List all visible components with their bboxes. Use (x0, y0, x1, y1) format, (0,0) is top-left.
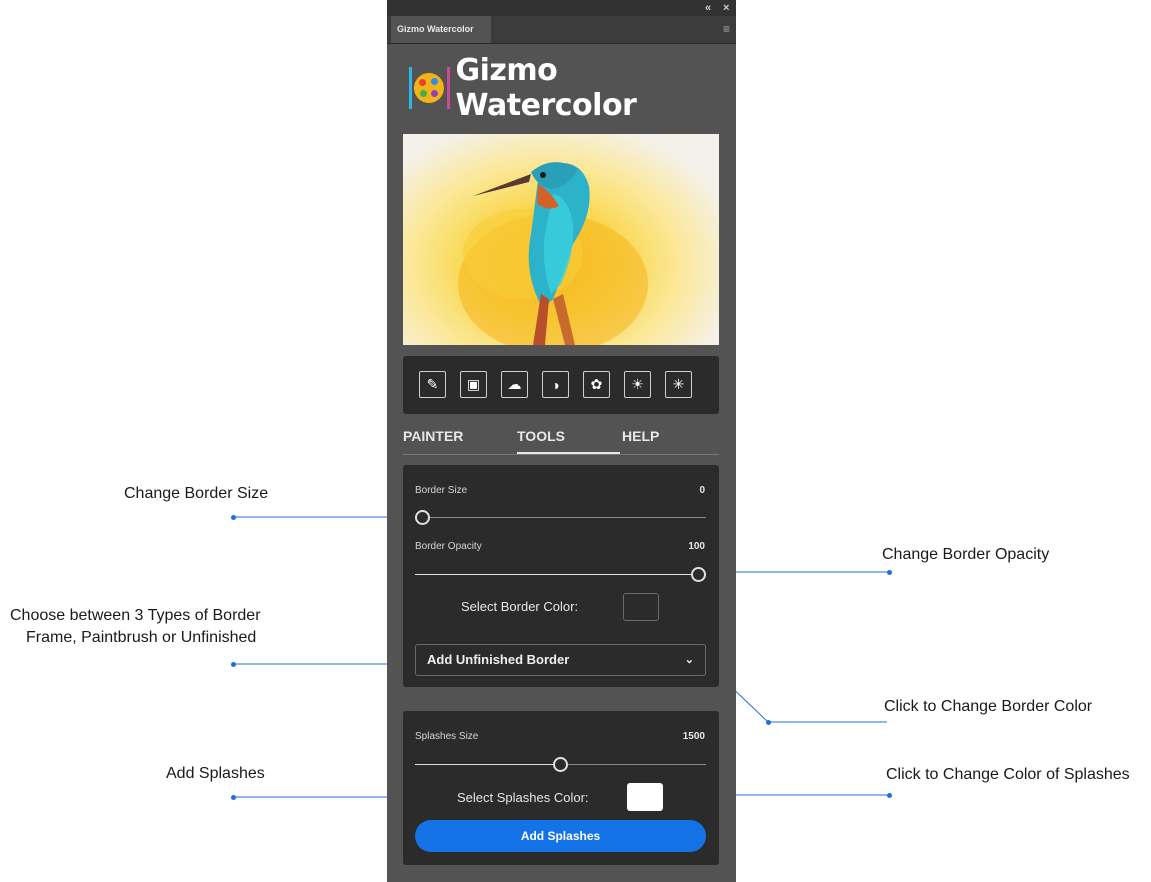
brand-title: Gizmo Watercolor (455, 53, 637, 123)
tool-button-contrast[interactable]: ◑ (542, 371, 569, 398)
annotation-dot (231, 515, 236, 520)
add-splashes-button[interactable]: Add Splashes (415, 820, 706, 852)
palette-logo-icon (409, 67, 450, 109)
border-opacity-slider-fill (415, 574, 706, 575)
panel-title-strip: « × (387, 0, 736, 16)
splashes-size-value: 1500 (682, 731, 705, 742)
annotation-change-border-size: Change Border Size (124, 485, 269, 502)
select-border-color-label: Select Border Color: (461, 599, 579, 614)
border-type-select[interactable]: Add Unfinished Border ⌄ (415, 644, 706, 676)
splashes-settings-card: Splashes Size 1500 Select Splashes Color… (403, 711, 719, 865)
splashes-size-label: Splashes Size (415, 731, 479, 742)
section-tabs: PAINTER TOOLS HELP (403, 428, 719, 455)
tab-tools[interactable]: TOOLS (517, 428, 620, 454)
tool-button-frame[interactable]: ▣ (460, 371, 487, 398)
brush-icon: ✎ (426, 376, 439, 392)
chevron-down-icon: ⌄ (684, 654, 694, 666)
annotation-border-types-line2: Frame, Paintbrush or Unfinished (26, 629, 257, 646)
border-size-slider-thumb[interactable] (415, 510, 430, 525)
tool-button-brush[interactable]: ✎ (419, 371, 446, 398)
kingfisher-illustration (458, 162, 648, 345)
annotation-dot (887, 793, 892, 798)
panel-tab-gizmo-watercolor[interactable]: Gizmo Watercolor (391, 16, 491, 43)
border-opacity-slider[interactable] (415, 567, 706, 582)
border-type-selected-value: Add Unfinished Border (427, 652, 570, 667)
border-opacity-slider-thumb[interactable] (691, 567, 706, 582)
contrast-icon: ◑ (551, 376, 560, 393)
border-settings-card: Border Size 0 Border Opacity 100 Select … (403, 465, 719, 687)
annotation-add-splashes: Add Splashes (166, 765, 265, 782)
extension-panel: « × Gizmo Watercolor ≡ Gizmo Watercolor (387, 0, 736, 882)
annotation-dot (766, 720, 771, 725)
tab-painter[interactable]: PAINTER (403, 428, 463, 444)
annotation-dot (231, 662, 236, 667)
annotation-change-splashes-color: Click to Change Color of Splashes (886, 766, 1130, 783)
palette-icon: ☁ (507, 376, 522, 392)
close-icon[interactable]: × (723, 1, 729, 15)
border-size-value: 0 (699, 485, 705, 496)
tool-button-palette[interactable]: ☁ (501, 371, 528, 398)
annotation-dot (231, 795, 236, 800)
brightness-low-icon: ☀ (631, 376, 644, 392)
tab-help[interactable]: HELP (622, 428, 659, 444)
annotation-change-border-color: Click to Change Border Color (884, 698, 1093, 715)
panel-tab-bar: Gizmo Watercolor ≡ (387, 16, 736, 44)
border-color-swatch[interactable] (623, 593, 659, 621)
brand-logo: Gizmo Watercolor (409, 53, 736, 123)
collapse-icon[interactable]: « (705, 1, 711, 15)
annotation-dot (887, 570, 892, 575)
splashes-size-slider-thumb[interactable] (553, 757, 568, 772)
splashes-color-swatch[interactable] (627, 783, 663, 811)
splashes-size-slider-fill (415, 764, 561, 765)
annotation-border-types-line1: Choose between 3 Types of Border (10, 607, 261, 624)
tool-button-color-palette[interactable]: ✿ (583, 371, 610, 398)
border-size-label: Border Size (415, 485, 468, 496)
annotation-change-border-opacity: Change Border Opacity (882, 546, 1050, 563)
tool-button-brightness-low[interactable]: ☀ (624, 371, 651, 398)
border-size-slider[interactable] (415, 510, 706, 525)
border-opacity-value: 100 (688, 541, 705, 552)
preview-image-kingfisher (403, 134, 719, 345)
select-splashes-color-label: Select Splashes Color: (457, 790, 589, 805)
effects-toolbar: ✎ ▣ ☁ ◑ ✿ ☀ ✳ (403, 356, 719, 414)
border-opacity-label: Border Opacity (415, 541, 482, 552)
brightness-high-icon: ✳ (672, 376, 685, 392)
panel-menu-icon[interactable]: ≡ (723, 22, 730, 36)
frame-icon: ▣ (466, 376, 481, 392)
splashes-size-slider[interactable] (415, 757, 706, 772)
color-palette-icon: ✿ (590, 376, 603, 392)
tool-button-brightness-high[interactable]: ✳ (665, 371, 692, 398)
